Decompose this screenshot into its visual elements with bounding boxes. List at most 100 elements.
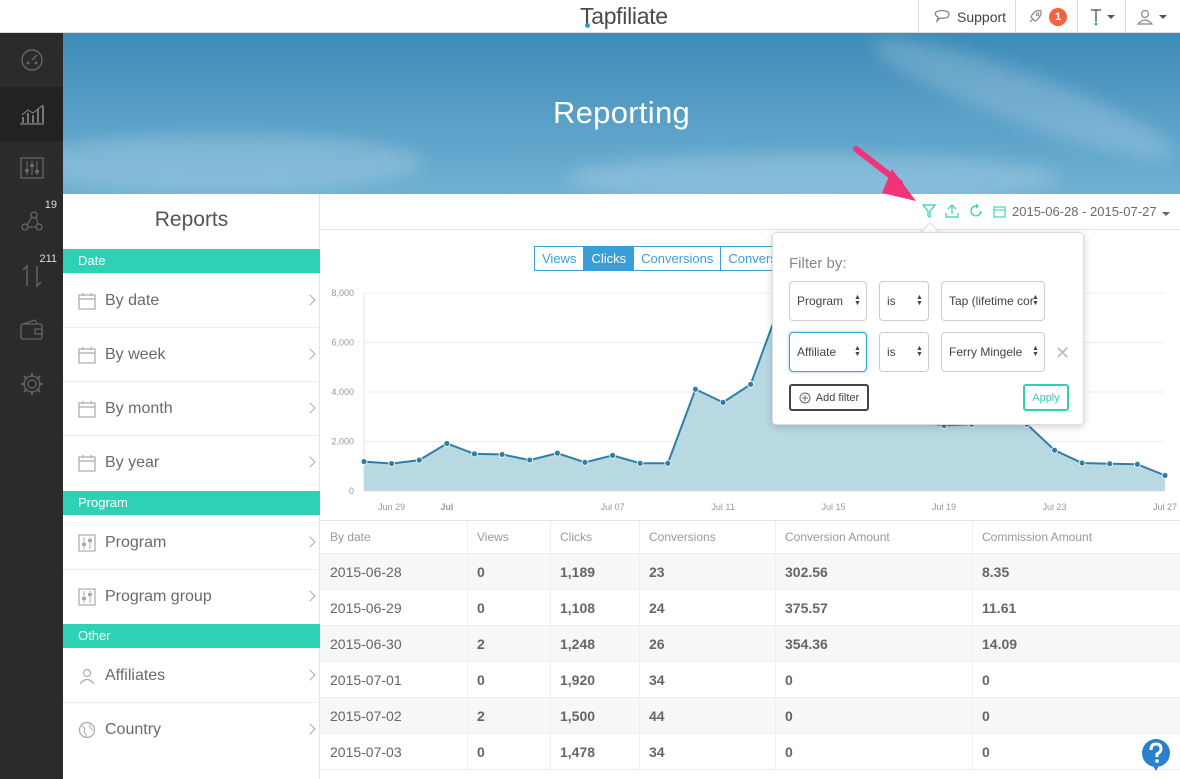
y-tick-label: 8,000 xyxy=(331,288,354,298)
sidebar-item-country[interactable]: Country xyxy=(63,703,320,757)
user-menu[interactable] xyxy=(1136,0,1167,33)
sidebar-item-by-date[interactable]: By date xyxy=(63,274,320,328)
nav-conversions[interactable]: 211 xyxy=(0,249,63,303)
data-point xyxy=(747,380,755,388)
sidebar-item-label: By week xyxy=(105,345,166,363)
x-tick-label: Jul 07 xyxy=(601,502,625,512)
nav-affiliates[interactable]: 19 xyxy=(0,195,63,249)
nav-payouts[interactable] xyxy=(0,303,63,357)
support-label: Support xyxy=(957,8,1007,25)
nav-count-affiliates: 19 xyxy=(44,199,57,211)
data-point xyxy=(360,458,368,465)
export-icon[interactable] xyxy=(945,204,959,218)
chevron-down-icon xyxy=(1107,14,1115,19)
column-header[interactable]: Commission Amount xyxy=(972,521,1092,553)
tab-conversions[interactable]: Conversions xyxy=(633,246,722,271)
help-bubble-icon[interactable] xyxy=(1140,738,1172,772)
nav-programs[interactable] xyxy=(0,141,63,195)
sidebar-item-program-group[interactable]: Program group xyxy=(63,570,320,624)
table-cell: 44 xyxy=(649,707,665,724)
column-header[interactable]: Conversions xyxy=(639,521,716,553)
filter-icon[interactable] xyxy=(922,204,936,218)
table-cell: 24 xyxy=(649,599,665,616)
tab-views[interactable]: Views xyxy=(534,246,585,271)
nav-dashboard[interactable] xyxy=(0,33,63,87)
table-row: 2015-06-29 0 1,108 24 375.57 11.61 xyxy=(320,590,1180,626)
topbar-divider xyxy=(1015,0,1016,33)
data-point xyxy=(1161,472,1169,479)
sidebar-title: Reports xyxy=(154,208,229,231)
table-cell: 26 xyxy=(649,635,665,652)
table-cell: 1,478 xyxy=(560,743,596,760)
table-cell: 1,500 xyxy=(560,707,596,724)
support-button[interactable]: Support xyxy=(934,0,1006,33)
filter-popover: Filter by: Program ▲ ▼ is ▲ ▼ Tap (lifetime … xyxy=(772,232,1084,425)
data-point xyxy=(1106,460,1114,468)
add-filter-button[interactable]: Add filter xyxy=(789,384,869,411)
section-program: Program xyxy=(63,491,320,515)
table-cell: 0 xyxy=(785,671,793,688)
nav-reporting[interactable] xyxy=(0,87,63,141)
notifications-button[interactable]: 1 xyxy=(1027,0,1067,33)
chevron-right-icon xyxy=(304,723,316,735)
select-value: Affiliate xyxy=(797,345,837,359)
table-cell: 1,248 xyxy=(560,635,596,652)
chevron-right-icon xyxy=(304,536,316,548)
data-point xyxy=(636,459,644,467)
hero-banner: Reporting xyxy=(63,33,1180,194)
table-cell: 2015-06-30 xyxy=(330,635,402,652)
filter-value-select[interactable]: Tap (lifetime cor ▲ ▼ xyxy=(941,281,1045,321)
sidebar-item-by-month[interactable]: By month xyxy=(63,382,320,436)
select-arrows-icon: ▲ ▼ xyxy=(1032,345,1039,358)
data-point xyxy=(415,456,423,464)
y-tick-label: 0 xyxy=(349,486,354,496)
plus-circle-icon xyxy=(799,392,811,403)
topbar-divider xyxy=(1077,0,1078,33)
tab-clicks[interactable]: Clicks xyxy=(583,246,635,271)
sidebar-item-label: Affiliates xyxy=(105,666,166,684)
calendar-icon xyxy=(993,206,1006,218)
nav-settings[interactable] xyxy=(0,357,63,411)
date-range-picker[interactable]: 2015-06-28 - 2015-07-27 xyxy=(1012,204,1170,219)
sidebar-item-affiliates[interactable]: Affiliates xyxy=(63,649,320,703)
column-header[interactable]: Clicks xyxy=(550,521,592,553)
table-cell: 14.09 xyxy=(982,635,1018,652)
table-cell: 0 xyxy=(785,707,793,724)
sidebar-item-label: Country xyxy=(105,721,162,738)
tapfiliate-menu[interactable] xyxy=(1090,0,1115,33)
column-header[interactable]: By date xyxy=(320,521,371,553)
logo-dot xyxy=(585,23,590,28)
x-tick-label: Jul 11 xyxy=(711,502,734,512)
refresh-icon[interactable] xyxy=(969,204,983,218)
select-value: Tap (lifetime cor xyxy=(949,294,1034,308)
column-header[interactable]: Conversion Amount xyxy=(775,521,890,553)
select-arrows-icon: ▲ ▼ xyxy=(916,345,923,358)
filter-operator-select[interactable]: is ▲ ▼ xyxy=(879,281,929,321)
sidebar-item-program[interactable]: Program xyxy=(63,516,320,570)
table-cell: 0 xyxy=(982,707,990,724)
select-value: is xyxy=(887,345,896,359)
sidebar-item-by-year[interactable]: By year xyxy=(63,436,320,490)
sidebar-item-label: By year xyxy=(105,454,160,471)
filter-operator-select[interactable]: is ▲ ▼ xyxy=(879,332,929,372)
table-cell: 34 xyxy=(649,671,665,688)
add-filter-label: Add filter xyxy=(815,391,860,404)
sidebar-item-by-week[interactable]: By week xyxy=(63,328,320,382)
report-toolbar: 2015-06-28 - 2015-07-27 xyxy=(320,194,1180,230)
filter-field-select[interactable]: Program ▲ ▼ xyxy=(789,281,867,321)
data-point xyxy=(471,450,478,458)
app-logo[interactable]: Tapfiliate xyxy=(580,3,668,30)
select-value: is xyxy=(887,294,896,308)
column-header[interactable]: Views xyxy=(467,521,509,553)
chevron-right-icon xyxy=(304,294,316,306)
table-cell: 1,108 xyxy=(560,599,596,616)
filter-field-select[interactable]: Affiliate ▲ ▼ xyxy=(789,332,867,372)
filter-value-select[interactable]: Ferry Mingele ▲ ▼ xyxy=(941,332,1045,372)
apply-button[interactable]: Apply xyxy=(1023,384,1069,411)
topbar-divider xyxy=(918,0,919,33)
table-cell: 11.61 xyxy=(982,599,1017,616)
close-icon[interactable]: ✕ xyxy=(1055,343,1070,364)
globe-icon xyxy=(78,721,96,739)
table-cell: 375.57 xyxy=(785,599,828,616)
page-title: Reporting xyxy=(552,95,691,130)
